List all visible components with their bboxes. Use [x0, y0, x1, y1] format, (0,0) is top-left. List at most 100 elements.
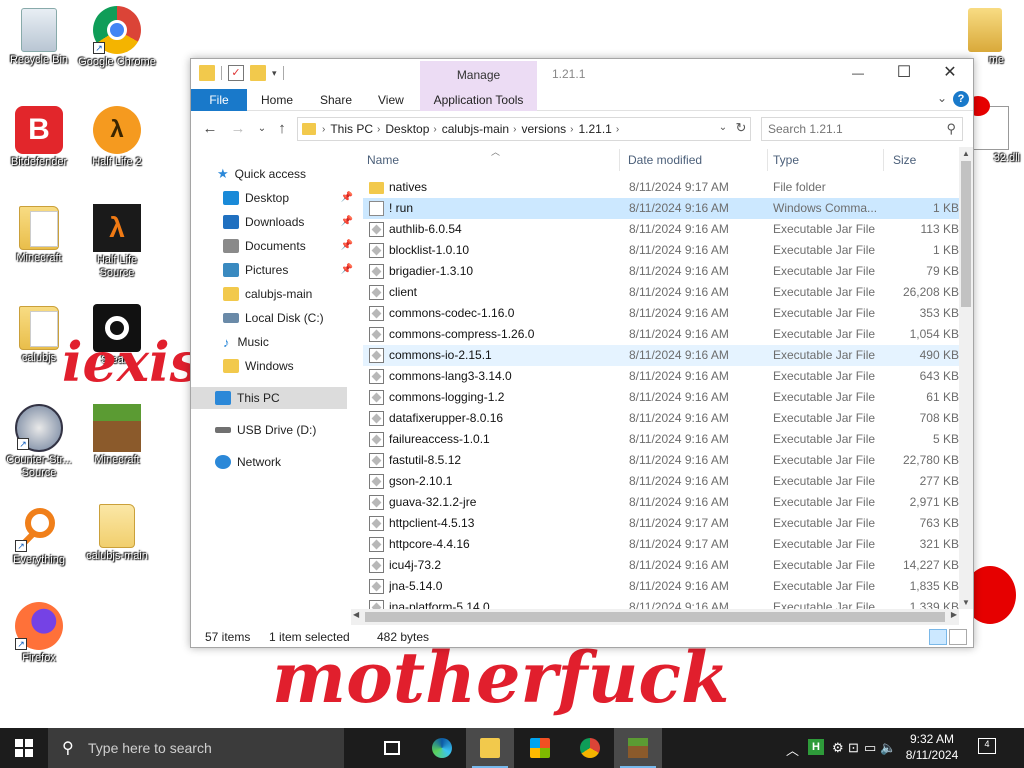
nav-documents[interactable]: Documents 📌 [191, 235, 357, 257]
tray-display-icon[interactable]: ⊡ [848, 740, 859, 756]
desktop-icon-minecraft-folder[interactable]: Minecraft [0, 206, 78, 265]
chevron-right-icon[interactable]: › [616, 124, 619, 135]
maximize-button[interactable]: ☐ [881, 59, 927, 89]
details-view-button[interactable] [929, 629, 947, 645]
search-box[interactable]: ⚲ [761, 117, 963, 141]
file-row[interactable]: guava-32.1.2-jre 8/11/2024 9:16 AM Executa… [363, 492, 959, 513]
address-dropdown-icon[interactable]: ⌄ [715, 117, 731, 139]
file-row[interactable]: blocklist-1.0.10 8/11/2024 9:16 AM Executa… [363, 240, 959, 261]
taskbar-search-box[interactable]: ⚲ Type here to search [48, 728, 344, 768]
show-hidden-icons-chevron-icon[interactable]: ︿ [786, 740, 799, 759]
forward-arrow-icon[interactable]: → [229, 120, 247, 138]
desktop-icon-minecraft[interactable]: Minecraft [78, 404, 156, 467]
column-divider[interactable] [883, 149, 884, 171]
column-header-name[interactable]: ︿ Name [367, 147, 617, 173]
file-row[interactable]: brigadier-1.3.10 8/11/2024 9:16 AM Executa… [363, 261, 959, 282]
desktop-icon-recycle-bin[interactable]: Recycle Bin [0, 8, 78, 67]
new-folder-icon[interactable] [250, 65, 266, 81]
file-row[interactable]: icu4j-73.2 8/11/2024 9:16 AM Executable Ja… [363, 555, 959, 576]
breadcrumb-calubjs-main[interactable]: calubjs-main [442, 122, 509, 136]
file-row[interactable]: httpcore-4.4.16 8/11/2024 9:17 AM Executab… [363, 534, 959, 555]
nav-quick-access[interactable]: ★ Quick access [191, 163, 357, 185]
vertical-scrollbar[interactable]: ▲ ▼ [959, 147, 973, 609]
pin-icon[interactable]: 📌 [341, 264, 353, 275]
breadcrumb-this-pc[interactable]: This PC [330, 122, 373, 136]
column-header-size[interactable]: Size [893, 147, 953, 173]
network-icon[interactable]: ▭ [864, 740, 876, 756]
file-row[interactable]: commons-logging-1.2 8/11/2024 9:16 AM Exec… [363, 387, 959, 408]
taskbar-store[interactable] [516, 728, 564, 768]
column-header-date[interactable]: Date modified [628, 147, 768, 173]
title-bar[interactable]: ✓ ▾ Manage 1.21.1 — ☐ ✕ [191, 59, 973, 89]
taskbar-edge[interactable] [418, 728, 466, 768]
nav-desktop[interactable]: Desktop 📌 [191, 187, 357, 209]
desktop-icon-counter-strike[interactable]: ↗ Counter-Str... Source [0, 404, 78, 480]
recent-locations-chevron-icon[interactable]: ⌄ [253, 120, 271, 138]
chevron-right-icon[interactable]: › [433, 124, 436, 135]
desktop-icon-everything[interactable]: ↗ Everything [0, 504, 78, 567]
expand-ribbon-icon[interactable]: ⌄ [937, 91, 947, 105]
column-header-type[interactable]: Type [773, 147, 883, 173]
nav-this-pc[interactable]: This PC [191, 387, 347, 409]
tray-app-icon[interactable]: H [808, 739, 824, 755]
file-row[interactable]: commons-lang3-3.14.0 8/11/2024 9:16 AM Exe… [363, 366, 959, 387]
file-row[interactable]: jna-platform-5.14.0 8/11/2024 9:16 AM Exec… [363, 597, 959, 609]
nav-usb-drive[interactable]: USB Drive (D:) [191, 419, 357, 441]
back-arrow-icon[interactable]: ← [201, 120, 219, 138]
start-button[interactable] [0, 728, 48, 768]
scroll-down-icon[interactable]: ▼ [959, 598, 973, 607]
file-row[interactable]: failureaccess-1.0.1 8/11/2024 9:16 AM Exec… [363, 429, 959, 450]
breadcrumb-versions[interactable]: versions [521, 122, 566, 136]
tab-home[interactable]: Home [249, 89, 305, 111]
properties-icon[interactable]: ✓ [228, 65, 244, 81]
tab-view[interactable]: View [366, 89, 416, 111]
desktop-icon-bitdefender[interactable]: B Bitdefender [0, 106, 78, 169]
breadcrumb-current-folder[interactable]: 1.21.1 [578, 122, 611, 136]
file-explorer-window[interactable]: ✓ ▾ Manage 1.21.1 — ☐ ✕ File Home Share … [190, 58, 974, 648]
desktop-icon-half-life-source[interactable]: λ Half Life Source [78, 204, 156, 280]
scroll-right-icon[interactable]: ▶ [951, 610, 957, 619]
search-input[interactable] [762, 118, 932, 140]
large-icons-view-button[interactable] [949, 629, 967, 645]
notification-center-icon[interactable]: 4 [978, 738, 996, 754]
column-divider[interactable] [619, 149, 620, 171]
desktop-icon-chrome[interactable]: ↗ Google Chrome [78, 6, 156, 69]
file-row[interactable]: commons-io-2.15.1 8/11/2024 9:16 AM Execut… [363, 345, 959, 366]
breadcrumb-desktop[interactable]: Desktop [385, 122, 429, 136]
file-row[interactable]: jna-5.14.0 8/11/2024 9:16 AM Executable Ja… [363, 576, 959, 597]
pin-icon[interactable]: 📌 [341, 240, 353, 251]
file-row[interactable]: commons-compress-1.26.0 8/11/2024 9:16 AM… [363, 324, 959, 345]
nav-pictures[interactable]: Pictures 📌 [191, 259, 357, 281]
file-row[interactable]: httpclient-4.5.13 8/11/2024 9:17 AM Execut… [363, 513, 959, 534]
nav-downloads[interactable]: Downloads 📌 [191, 211, 357, 233]
nav-music[interactable]: ♪ Music [191, 331, 357, 353]
help-icon[interactable]: ? [953, 91, 969, 107]
file-row[interactable]: datafixerupper-8.0.16 8/11/2024 9:16 AM Ex… [363, 408, 959, 429]
file-row[interactable]: fastutil-8.5.12 8/11/2024 9:16 AM Executab… [363, 450, 959, 471]
taskbar-chrome[interactable] [566, 728, 614, 768]
refresh-icon[interactable]: ↻ [731, 117, 751, 139]
address-breadcrumb[interactable]: › This PC › Desktop › calubjs-main › ver… [297, 117, 751, 141]
nav-windows[interactable]: Windows [191, 355, 357, 377]
file-row[interactable]: authlib-6.0.54 8/11/2024 9:16 AM Executabl… [363, 219, 959, 240]
nav-network[interactable]: Network [191, 451, 357, 473]
file-row[interactable]: commons-codec-1.16.0 8/11/2024 9:16 AM Exe… [363, 303, 959, 324]
taskbar-minecraft[interactable] [614, 728, 662, 768]
scrollbar-thumb[interactable] [365, 612, 945, 622]
nav-calubjs-main[interactable]: calubjs-main [191, 283, 357, 305]
chevron-right-icon[interactable]: › [377, 124, 380, 135]
folder-icon[interactable] [199, 65, 215, 81]
file-list[interactable]: ︿ Name Date modified Type Size natives 8/… [363, 147, 959, 609]
tab-file[interactable]: File [191, 89, 247, 111]
taskbar-file-explorer[interactable] [466, 728, 514, 768]
tab-share[interactable]: Share [308, 89, 364, 111]
tab-application-tools[interactable]: Application Tools [420, 89, 537, 111]
customize-toolbar-icon[interactable]: ▾ [272, 68, 277, 79]
taskbar-clock[interactable]: 9:32 AM 8/11/2024 [900, 731, 964, 763]
chevron-right-icon[interactable]: › [513, 124, 516, 135]
chevron-right-icon[interactable]: › [570, 124, 573, 135]
nav-local-disk[interactable]: Local Disk (C:) [191, 307, 357, 329]
scroll-left-icon[interactable]: ◀ [353, 610, 359, 619]
minimize-button[interactable]: — [835, 59, 881, 89]
column-divider[interactable] [767, 149, 768, 171]
